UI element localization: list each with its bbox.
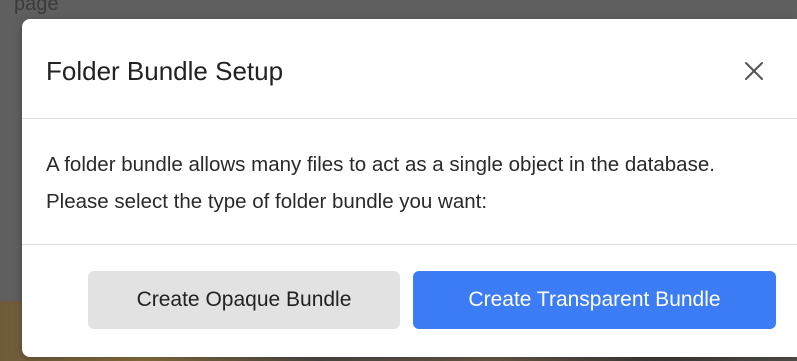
- modal-title: Folder Bundle Setup: [46, 56, 284, 86]
- close-icon: [745, 62, 763, 80]
- footer-divider: [22, 244, 797, 245]
- modal-header: Folder Bundle Setup: [22, 19, 797, 119]
- modal-body-text: A folder bundle allows many files to act…: [46, 153, 715, 213]
- create-opaque-bundle-button[interactable]: Create Opaque Bundle: [88, 271, 400, 329]
- folder-bundle-setup-dialog: Folder Bundle Setup A folder bundle allo…: [22, 19, 797, 357]
- close-button[interactable]: [736, 53, 772, 89]
- create-transparent-bundle-button[interactable]: Create Transparent Bundle: [413, 271, 776, 329]
- background-page-text: page: [14, 0, 59, 15]
